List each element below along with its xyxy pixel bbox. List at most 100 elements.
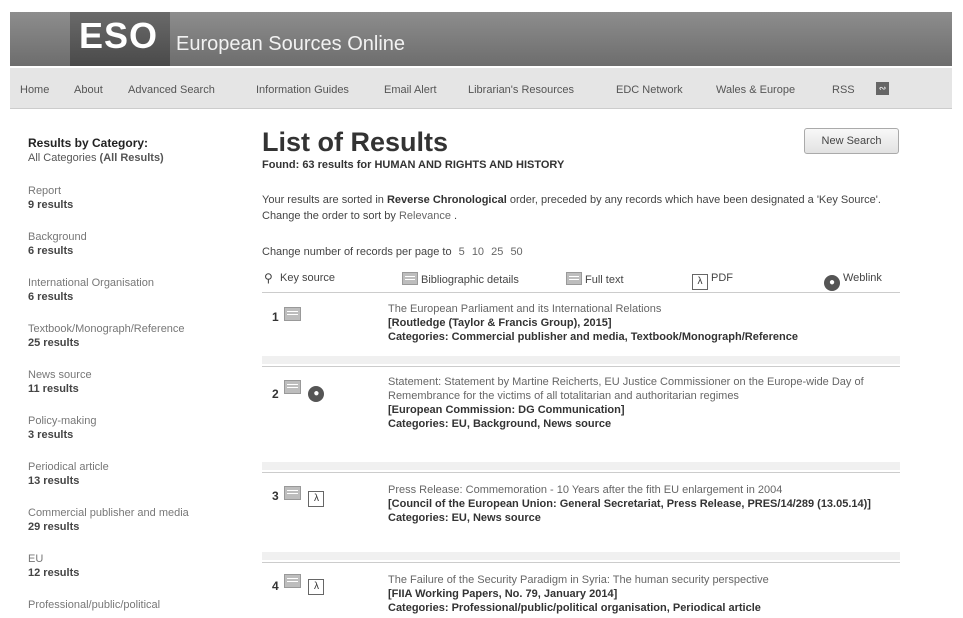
all-categories-link[interactable]: All Categories (All Results): [28, 152, 243, 164]
pdf-icon[interactable]: λ: [308, 491, 325, 507]
result-icons: [284, 306, 304, 324]
category-count: 11 results: [28, 383, 79, 395]
perpage-option[interactable]: 10: [472, 246, 484, 258]
nav-about[interactable]: About: [74, 84, 103, 96]
sort-prefix: Your results are sorted in: [262, 194, 384, 206]
categories-value: EU, Background, News source: [451, 418, 612, 430]
records-per-page: Change number of records per page to 5 1…: [262, 246, 523, 258]
category-count: 29 results: [28, 521, 80, 533]
icon-legend: ⚲ Key source Bibliographic details Full t…: [262, 268, 900, 293]
document-icon: [402, 272, 418, 285]
category-name[interactable]: Commercial publisher and media: [28, 506, 243, 520]
result-separator: [262, 462, 900, 470]
categories-value: Commercial publisher and media, Textbook…: [451, 331, 798, 343]
result-row: 3 λ Press Release: Commemoration - 10 Ye…: [262, 472, 900, 549]
category-item[interactable]: EU 12 results: [28, 552, 243, 580]
category-count: 25 results: [28, 337, 80, 349]
all-results-label[interactable]: (All Results): [100, 152, 164, 164]
result-number: 2: [272, 387, 279, 401]
category-item[interactable]: Professional/public/political: [28, 598, 243, 612]
result-source: [Routledge (Taylor & Francis Group), 201…: [388, 317, 612, 329]
category-name[interactable]: Policy-making: [28, 414, 243, 428]
category-name[interactable]: International Organisation: [28, 276, 243, 290]
pdf-icon: λ: [692, 274, 708, 290]
categories-label: Categories:: [388, 512, 449, 524]
key-icon: ⚲: [264, 271, 273, 285]
category-count: 6 results: [28, 291, 74, 303]
category-name[interactable]: Textbook/Monograph/Reference: [28, 322, 243, 336]
perpage-option[interactable]: 50: [510, 246, 522, 258]
result-title[interactable]: Press Release: Commemoration - 10 Years …: [388, 483, 896, 497]
category-heading: Results by Category:: [28, 136, 149, 150]
sort-note: Your results are sorted in Reverse Chron…: [262, 192, 882, 224]
category-count: 3 results: [28, 429, 74, 441]
nav-advanced-search[interactable]: Advanced Search: [128, 84, 215, 96]
sort-relevance-link[interactable]: Relevance: [399, 210, 451, 222]
result-row: 4 λ The Failure of the Security Paradigm…: [262, 562, 900, 618]
result-number: 1: [272, 310, 279, 324]
categories-label: Categories:: [388, 602, 449, 614]
category-count: 9 results: [28, 199, 74, 211]
result-body: Press Release: Commemoration - 10 Years …: [388, 483, 896, 525]
result-number: 3: [272, 489, 279, 503]
legend-biblio-label: Bibliographic details: [421, 274, 519, 286]
globe-icon: ●: [824, 275, 840, 291]
pdf-icon[interactable]: λ: [308, 579, 325, 595]
category-item[interactable]: Commercial publisher and media 29 result…: [28, 506, 243, 534]
category-item[interactable]: International Organisation 6 results: [28, 276, 243, 304]
legend-pdf-label: PDF: [711, 272, 733, 284]
document-icon[interactable]: [284, 307, 301, 321]
result-icons: λ: [284, 573, 327, 595]
result-source: [Council of the European Union: General …: [388, 498, 871, 510]
category-name[interactable]: Professional/public/political: [28, 598, 243, 612]
new-search-button[interactable]: New Search: [804, 128, 899, 154]
category-item[interactable]: Textbook/Monograph/Reference 25 results: [28, 322, 243, 350]
category-count: 12 results: [28, 567, 80, 579]
document-icon[interactable]: [284, 380, 301, 394]
legend-weblink: ● Weblink: [824, 272, 882, 291]
category-item[interactable]: News source 11 results: [28, 368, 243, 396]
categories-value: Professional/public/political organisati…: [451, 602, 761, 614]
result-row: 2 ● Statement: Statement by Martine Reic…: [262, 366, 900, 461]
result-body: Statement: Statement by Martine Reichert…: [388, 375, 896, 431]
result-categories: Categories: EU, News source: [388, 511, 896, 525]
category-name[interactable]: Periodical article: [28, 460, 243, 474]
legend-fulltext: Full text: [566, 272, 624, 286]
category-item[interactable]: Periodical article 13 results: [28, 460, 243, 488]
perpage-option[interactable]: 25: [491, 246, 503, 258]
result-categories: Categories: Commercial publisher and med…: [388, 330, 896, 344]
sort-order: Reverse Chronological: [386, 194, 507, 206]
result-categories: Categories: EU, Background, News source: [388, 417, 896, 431]
perpage-option[interactable]: 5: [459, 246, 465, 258]
legend-weblink-label: Weblink: [843, 272, 882, 284]
result-title[interactable]: Statement: Statement by Martine Reichert…: [388, 375, 896, 403]
category-count: 13 results: [28, 475, 80, 487]
globe-icon[interactable]: ●: [308, 386, 325, 402]
result-title[interactable]: The European Parliament and its Internat…: [388, 302, 896, 316]
logo-eso[interactable]: ESO: [79, 18, 158, 54]
nav-home[interactable]: Home: [20, 84, 49, 96]
result-title[interactable]: The Failure of the Security Paradigm in …: [388, 573, 896, 587]
results-found-text: Found: 63 results for HUMAN AND RIGHTS A…: [262, 159, 565, 171]
category-item[interactable]: Report 9 results: [28, 184, 243, 212]
document-icon[interactable]: [284, 574, 301, 588]
category-item[interactable]: Policy-making 3 results: [28, 414, 243, 442]
result-number: 4: [272, 579, 279, 593]
category-item[interactable]: Background 6 results: [28, 230, 243, 258]
legend-fulltext-label: Full text: [585, 274, 624, 286]
category-name[interactable]: Background: [28, 230, 243, 244]
result-icons: ●: [284, 379, 327, 402]
category-name[interactable]: Report: [28, 184, 243, 198]
document-icon[interactable]: [284, 486, 301, 500]
category-sidebar: Results by Category: All Categories (All…: [28, 136, 243, 611]
result-source: [European Commission: DG Communication]: [388, 404, 625, 416]
result-separator: [262, 356, 900, 364]
categories-label: Categories:: [388, 418, 449, 430]
all-categories-label[interactable]: All Categories: [28, 152, 96, 164]
categories-label: Categories:: [388, 331, 449, 343]
legend-key-source-label: Key source: [280, 272, 336, 284]
category-name[interactable]: News source: [28, 368, 243, 382]
result-source: [FIIA Working Papers, No. 79, January 20…: [388, 588, 618, 600]
perpage-label: Change number of records per page to: [262, 246, 452, 258]
category-name[interactable]: EU: [28, 552, 243, 566]
